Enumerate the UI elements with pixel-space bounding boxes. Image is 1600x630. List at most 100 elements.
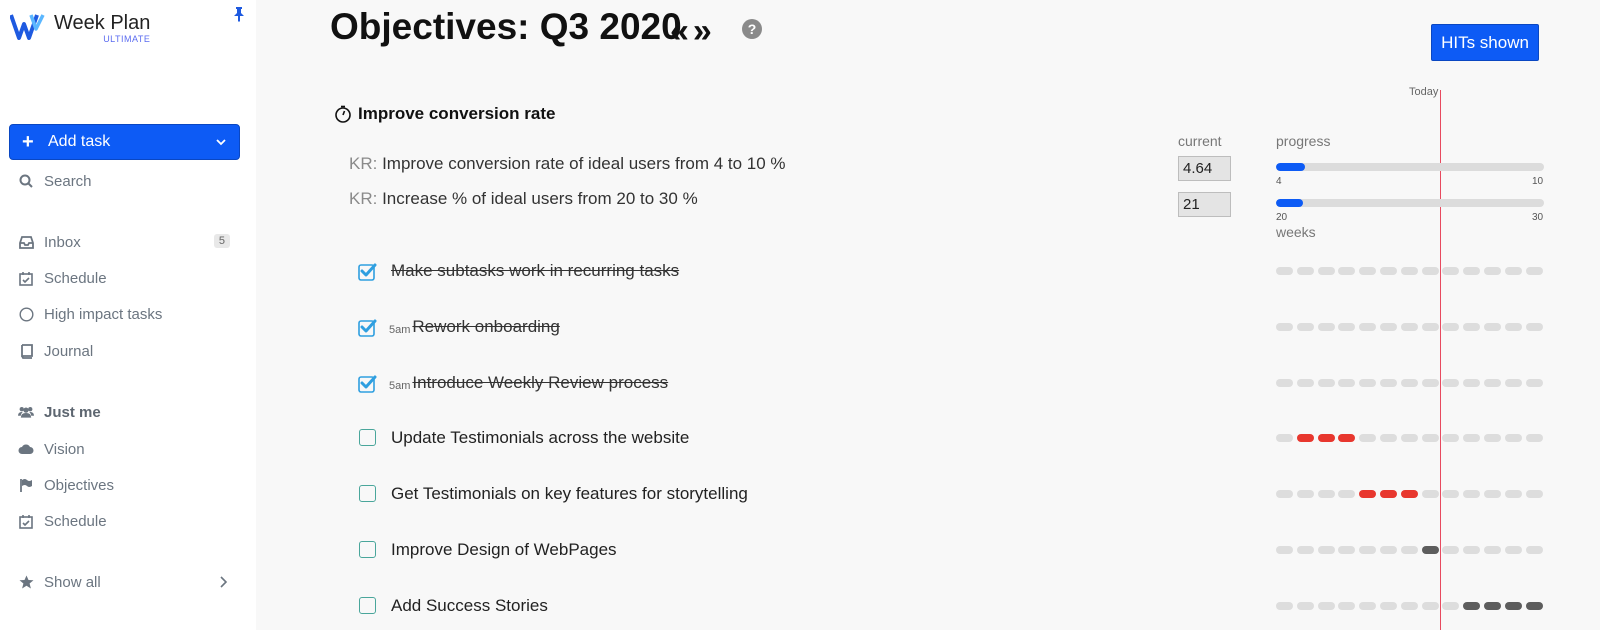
week-cell[interactable] [1359, 546, 1377, 554]
sidebar-item-inbox[interactable]: Inbox 5 [18, 231, 238, 253]
key-result-current-input[interactable] [1178, 192, 1231, 217]
week-cell[interactable] [1296, 490, 1314, 498]
checkbox-checked-icon[interactable] [358, 374, 377, 393]
week-cell[interactable] [1379, 546, 1397, 554]
key-result[interactable]: KR: Improve conversion rate of ideal use… [349, 154, 786, 174]
sidebar-item-show-all[interactable]: Show all [18, 571, 238, 593]
week-cell[interactable] [1359, 602, 1377, 610]
week-cell[interactable] [1317, 267, 1335, 275]
week-cell[interactable] [1400, 379, 1418, 387]
week-cell[interactable] [1442, 267, 1460, 275]
week-cell[interactable] [1442, 323, 1460, 331]
week-cell[interactable] [1525, 267, 1543, 275]
hits-shown-button[interactable]: HITs shown [1431, 24, 1539, 61]
week-cell[interactable] [1400, 323, 1418, 331]
task-row[interactable]: 5am Rework onboarding [358, 314, 1218, 340]
week-cell[interactable] [1276, 267, 1293, 275]
week-cell[interactable] [1463, 490, 1481, 498]
week-cell[interactable] [1504, 267, 1522, 275]
week-cell[interactable] [1483, 379, 1501, 387]
help-icon[interactable]: ? [742, 19, 762, 39]
week-cell[interactable] [1276, 434, 1293, 442]
week-cell[interactable] [1296, 379, 1314, 387]
week-cell[interactable] [1525, 323, 1543, 331]
sidebar-item-schedule[interactable]: Schedule [18, 267, 238, 289]
week-cell[interactable] [1276, 490, 1293, 498]
task-row[interactable]: Get Testimonials on key features for sto… [358, 481, 1218, 507]
week-cell[interactable] [1504, 490, 1522, 498]
task-text[interactable]: Make subtasks work in recurring tasks [391, 261, 679, 281]
week-cell[interactable] [1338, 267, 1356, 275]
task-text[interactable]: Update Testimonials across the website [391, 428, 689, 448]
week-cell[interactable] [1276, 379, 1293, 387]
week-cell[interactable] [1483, 490, 1501, 498]
week-cell[interactable] [1421, 379, 1439, 387]
task-text[interactable]: Add Success Stories [391, 596, 548, 616]
week-cell[interactable] [1504, 379, 1522, 387]
week-cell[interactable] [1463, 434, 1481, 442]
sidebar-item-high-impact-tasks[interactable]: High impact tasks [18, 303, 238, 325]
week-cell[interactable] [1400, 267, 1418, 275]
week-cell[interactable] [1483, 434, 1501, 442]
pin-icon[interactable] [232, 6, 246, 22]
week-cell[interactable] [1463, 602, 1481, 610]
week-cell[interactable] [1276, 323, 1293, 331]
week-cell[interactable] [1359, 323, 1377, 331]
add-task-button[interactable]: + Add task [9, 124, 240, 160]
week-cell[interactable] [1525, 379, 1543, 387]
week-cell[interactable] [1379, 267, 1397, 275]
week-cell[interactable] [1317, 546, 1335, 554]
week-cell[interactable] [1379, 490, 1397, 498]
task-row[interactable]: Add Success Stories [358, 593, 1218, 619]
week-cell[interactable] [1421, 546, 1439, 554]
chevron-down-icon[interactable] [215, 136, 227, 148]
week-cell[interactable] [1442, 602, 1460, 610]
week-cell[interactable] [1338, 323, 1356, 331]
task-row[interactable]: Make subtasks work in recurring tasks [358, 258, 1218, 284]
week-cell[interactable] [1421, 602, 1439, 610]
week-cell[interactable] [1359, 490, 1377, 498]
week-cell[interactable] [1421, 267, 1439, 275]
task-row[interactable]: Improve Design of WebPages [358, 537, 1218, 563]
week-cell[interactable] [1338, 546, 1356, 554]
week-cell[interactable] [1379, 434, 1397, 442]
week-cell[interactable] [1296, 323, 1314, 331]
week-cell[interactable] [1379, 323, 1397, 331]
week-cell[interactable] [1442, 546, 1460, 554]
task-text[interactable]: Rework onboarding [412, 317, 559, 337]
week-cell[interactable] [1338, 602, 1356, 610]
week-cell[interactable] [1483, 546, 1501, 554]
task-text[interactable]: Introduce Weekly Review process [412, 373, 668, 393]
week-cell[interactable] [1483, 323, 1501, 331]
week-cell[interactable] [1400, 602, 1418, 610]
week-cell[interactable] [1338, 490, 1356, 498]
task-row[interactable]: Update Testimonials across the website [358, 425, 1218, 451]
week-cell[interactable] [1421, 434, 1439, 442]
week-cell[interactable] [1525, 546, 1543, 554]
previous-period-button[interactable]: « [670, 12, 689, 51]
week-cell[interactable] [1379, 602, 1397, 610]
checkbox-checked-icon[interactable] [358, 318, 377, 337]
week-cell[interactable] [1504, 434, 1522, 442]
week-cell[interactable] [1525, 490, 1543, 498]
week-cell[interactable] [1338, 434, 1356, 442]
sidebar-item-objectives[interactable]: Objectives [18, 474, 238, 496]
week-cell[interactable] [1276, 602, 1293, 610]
week-cell[interactable] [1442, 434, 1460, 442]
week-cell[interactable] [1463, 546, 1481, 554]
key-result[interactable]: KR: Increase % of ideal users from 20 to… [349, 189, 698, 209]
week-cell[interactable] [1296, 546, 1314, 554]
week-cell[interactable] [1296, 602, 1314, 610]
week-cell[interactable] [1442, 490, 1460, 498]
week-cell[interactable] [1400, 546, 1418, 554]
week-cell[interactable] [1525, 602, 1543, 610]
week-cell[interactable] [1525, 434, 1543, 442]
week-cell[interactable] [1463, 379, 1481, 387]
week-cell[interactable] [1379, 379, 1397, 387]
week-cell[interactable] [1463, 267, 1481, 275]
key-result-current-input[interactable] [1178, 156, 1231, 181]
week-cell[interactable] [1483, 602, 1501, 610]
week-cell[interactable] [1359, 379, 1377, 387]
week-cell[interactable] [1442, 379, 1460, 387]
week-cell[interactable] [1317, 323, 1335, 331]
